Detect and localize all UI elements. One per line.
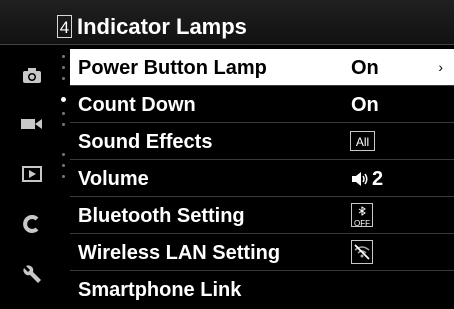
video-camera-icon[interactable] <box>18 112 46 136</box>
page-dot <box>62 153 65 156</box>
camera-icon[interactable] <box>18 63 46 87</box>
menu-item-power-button-lamp[interactable]: Power Button Lamp On › <box>70 49 454 86</box>
page-dot <box>62 55 65 58</box>
menu-item-sound-effects[interactable]: Sound Effects All <box>70 123 454 160</box>
menu-item-label: Bluetooth Setting <box>78 205 245 227</box>
header-divider <box>0 44 454 45</box>
bluetooth-status: OFF <box>354 219 370 228</box>
page-dot-active <box>61 97 66 102</box>
wifi-off-icon <box>351 240 373 264</box>
menu-item-count-down[interactable]: Count Down On <box>70 86 454 123</box>
menu-item-volume[interactable]: Volume 2 <box>70 160 454 197</box>
volume-value: 2 <box>351 166 383 192</box>
page-dot <box>62 66 65 69</box>
page-dot <box>62 164 65 167</box>
menu-header: 4 Indicator Lamps <box>0 0 454 44</box>
menu-item-smartphone-link[interactable]: Smartphone Link <box>70 271 454 308</box>
bluetooth-off-icon: OFF <box>351 203 373 228</box>
page-title: Indicator Lamps <box>77 14 247 39</box>
menu-item-value: On <box>351 57 379 79</box>
menu-item-bluetooth-setting[interactable]: Bluetooth Setting OFF <box>70 197 454 234</box>
menu-item-value: On <box>351 94 379 116</box>
menu-item-label: Wireless LAN Setting <box>78 242 281 264</box>
chevron-right-icon: › <box>438 59 443 75</box>
page-dot <box>62 123 65 126</box>
menu-item-label: Power Button Lamp <box>78 57 267 79</box>
wrench-icon[interactable] <box>18 262 46 286</box>
sidebar <box>0 45 57 309</box>
menu-item-label: Count Down <box>78 94 196 116</box>
playback-icon[interactable] <box>18 162 46 186</box>
menu-item-label: Volume <box>78 168 149 190</box>
page-dot <box>62 77 65 80</box>
sound-all-badge: All <box>350 131 375 151</box>
menu-item-label: Smartphone Link <box>78 279 242 301</box>
volume-level: 2 <box>372 168 384 190</box>
custom-c-icon[interactable] <box>18 212 46 236</box>
page-indicator <box>60 55 67 300</box>
speaker-icon <box>352 172 368 186</box>
page-dot <box>62 112 65 115</box>
page-number-badge: 4 <box>57 15 72 38</box>
settings-menu: Power Button Lamp On › Count Down On Sou… <box>70 49 454 308</box>
menu-item-label: Sound Effects <box>78 131 213 153</box>
page-dot <box>62 175 65 178</box>
menu-item-wireless-lan-setting[interactable]: Wireless LAN Setting <box>70 234 454 271</box>
